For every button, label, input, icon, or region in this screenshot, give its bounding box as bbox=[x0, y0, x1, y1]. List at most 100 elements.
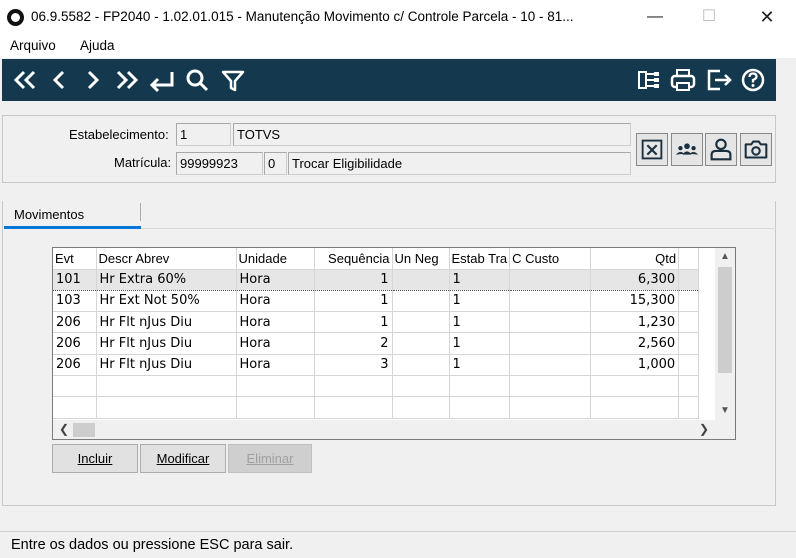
column-header-sequencia[interactable]: Sequência bbox=[314, 248, 393, 270]
cell-estab-tra[interactable]: 1 bbox=[449, 290, 511, 313]
cell-un-neg[interactable] bbox=[392, 268, 450, 291]
column-header-evt[interactable]: Evt bbox=[53, 248, 97, 270]
last-record-icon[interactable] bbox=[112, 64, 142, 96]
cell-unidade[interactable]: Hora bbox=[236, 332, 315, 355]
incluir-button[interactable]: Incluir bbox=[52, 444, 138, 473]
cell-sequencia[interactable] bbox=[314, 396, 393, 419]
cell-qtd[interactable]: 2,560 bbox=[590, 332, 680, 355]
vertical-scroll-thumb[interactable] bbox=[718, 267, 732, 373]
cell-un-neg[interactable] bbox=[392, 311, 450, 334]
cell-descr-abrev[interactable]: Hr Extra 60% bbox=[96, 268, 237, 291]
cell-estab-tra[interactable] bbox=[449, 396, 511, 419]
column-header-descr-abrev[interactable]: Descr Abrev bbox=[96, 248, 237, 270]
menu-ajuda[interactable]: Ajuda bbox=[80, 38, 115, 53]
cell-evt[interactable] bbox=[53, 375, 97, 398]
close-box-button[interactable] bbox=[636, 133, 668, 166]
movements-grid[interactable]: Evt Descr Abrev Unidade Sequência Un Neg… bbox=[52, 247, 736, 440]
cell-qtd[interactable]: 6,300 bbox=[590, 268, 680, 291]
column-header-un-neg[interactable]: Un Neg bbox=[392, 248, 450, 270]
cell-unidade[interactable]: Hora bbox=[236, 311, 315, 334]
next-record-icon[interactable] bbox=[78, 64, 108, 96]
help-icon[interactable] bbox=[738, 64, 768, 96]
cell-descr-abrev[interactable] bbox=[96, 375, 237, 398]
column-header-unidade[interactable]: Unidade bbox=[236, 248, 315, 270]
cell-descr-abrev[interactable]: Hr Flt nJus Diu bbox=[96, 311, 237, 334]
tab-movimentos[interactable]: Movimentos bbox=[4, 203, 141, 229]
modificar-button[interactable]: Modificar bbox=[140, 444, 226, 473]
cell-unidade[interactable]: Hora bbox=[236, 268, 315, 291]
horizontal-scrollbar[interactable]: ❮ ❯ bbox=[53, 420, 715, 439]
cell-estab-tra[interactable] bbox=[449, 375, 511, 398]
cell-sequencia[interactable]: 1 bbox=[314, 311, 393, 334]
cell-sequencia[interactable]: 3 bbox=[314, 354, 393, 376]
cell-estab-tra[interactable]: 1 bbox=[449, 354, 511, 376]
table-row[interactable]: 206 Hr Flt nJus Diu Hora 2 1 2,560 bbox=[53, 332, 700, 355]
first-record-icon[interactable] bbox=[10, 64, 40, 96]
cell-c-custo[interactable] bbox=[509, 375, 592, 398]
cell-evt[interactable]: 206 bbox=[53, 354, 97, 376]
vertical-scrollbar[interactable]: ▲ ▼ bbox=[715, 248, 735, 422]
cell-qtd[interactable]: 15,300 bbox=[590, 290, 680, 313]
cell-estab-tra[interactable]: 1 bbox=[449, 311, 511, 334]
column-header-c-custo[interactable]: C Custo bbox=[509, 248, 592, 270]
camera-button[interactable] bbox=[740, 133, 772, 166]
cell-evt[interactable]: 103 bbox=[53, 290, 97, 313]
cell-evt[interactable]: 206 bbox=[53, 311, 97, 334]
cell-sequencia[interactable] bbox=[314, 375, 393, 398]
cell-descr-abrev[interactable]: Hr Flt nJus Diu bbox=[96, 354, 237, 376]
cell-descr-abrev[interactable]: Hr Flt nJus Diu bbox=[96, 332, 237, 355]
cell-c-custo[interactable] bbox=[509, 311, 592, 334]
cell-estab-tra[interactable]: 1 bbox=[449, 332, 511, 355]
filter-icon[interactable] bbox=[218, 64, 248, 96]
print-icon[interactable] bbox=[668, 64, 698, 96]
cell-qtd[interactable]: 1,000 bbox=[590, 354, 680, 376]
cell-evt[interactable]: 101 bbox=[53, 268, 97, 291]
scroll-left-arrow-icon[interactable]: ❮ bbox=[55, 420, 73, 439]
column-header-qtd[interactable]: Qtd bbox=[590, 248, 680, 270]
horizontal-scroll-thumb[interactable] bbox=[73, 423, 95, 437]
cell-unidade[interactable] bbox=[236, 396, 315, 419]
close-button[interactable]: ✕ bbox=[744, 0, 790, 34]
cell-c-custo[interactable] bbox=[509, 268, 592, 291]
cell-qtd[interactable]: 1,230 bbox=[590, 311, 680, 334]
table-row[interactable] bbox=[53, 375, 700, 398]
table-row[interactable]: 103 Hr Ext Not 50% Hora 1 1 15,300 bbox=[53, 290, 700, 313]
cell-un-neg[interactable] bbox=[392, 396, 450, 419]
scroll-right-arrow-icon[interactable]: ❯ bbox=[695, 420, 713, 439]
group-button[interactable] bbox=[671, 133, 703, 166]
cell-un-neg[interactable] bbox=[392, 375, 450, 398]
column-header-estab-tra[interactable]: Estab Tra bbox=[449, 248, 511, 270]
scroll-down-arrow-icon[interactable]: ▼ bbox=[715, 402, 735, 420]
structure-icon[interactable] bbox=[634, 64, 664, 96]
cell-qtd[interactable] bbox=[590, 396, 680, 419]
cell-sequencia[interactable]: 1 bbox=[314, 268, 393, 291]
cell-c-custo[interactable] bbox=[509, 290, 592, 313]
cell-c-custo[interactable] bbox=[509, 354, 592, 376]
matricula-field[interactable]: 99999923 bbox=[176, 152, 263, 175]
maximize-button[interactable]: ☐ bbox=[686, 0, 732, 34]
return-icon[interactable] bbox=[146, 64, 176, 96]
table-row[interactable]: 206 Hr Flt nJus Diu Hora 1 1 1,230 bbox=[53, 311, 700, 334]
cell-evt[interactable] bbox=[53, 396, 97, 419]
cell-unidade[interactable]: Hora bbox=[236, 354, 315, 376]
minimize-button[interactable]: — bbox=[632, 0, 678, 34]
cell-un-neg[interactable] bbox=[392, 290, 450, 313]
cell-c-custo[interactable] bbox=[509, 332, 592, 355]
cell-sequencia[interactable]: 2 bbox=[314, 332, 393, 355]
cell-un-neg[interactable] bbox=[392, 332, 450, 355]
cell-descr-abrev[interactable] bbox=[96, 396, 237, 419]
cell-unidade[interactable]: Hora bbox=[236, 290, 315, 313]
cell-sequencia[interactable]: 1 bbox=[314, 290, 393, 313]
exit-icon[interactable] bbox=[704, 64, 734, 96]
cell-qtd[interactable] bbox=[590, 375, 680, 398]
table-row[interactable]: 101 Hr Extra 60% Hora 1 1 6,300 bbox=[53, 268, 700, 291]
cell-descr-abrev[interactable]: Hr Ext Not 50% bbox=[96, 290, 237, 313]
search-icon[interactable] bbox=[182, 64, 212, 96]
cell-un-neg[interactable] bbox=[392, 354, 450, 376]
estabelecimento-code-field[interactable]: 1 bbox=[176, 123, 231, 146]
eliminar-button[interactable]: Eliminar bbox=[228, 444, 312, 473]
table-row[interactable]: 206 Hr Flt nJus Diu Hora 3 1 1,000 bbox=[53, 354, 700, 376]
scroll-up-arrow-icon[interactable]: ▲ bbox=[715, 248, 735, 266]
cell-estab-tra[interactable]: 1 bbox=[449, 268, 511, 291]
table-row[interactable] bbox=[53, 396, 700, 419]
